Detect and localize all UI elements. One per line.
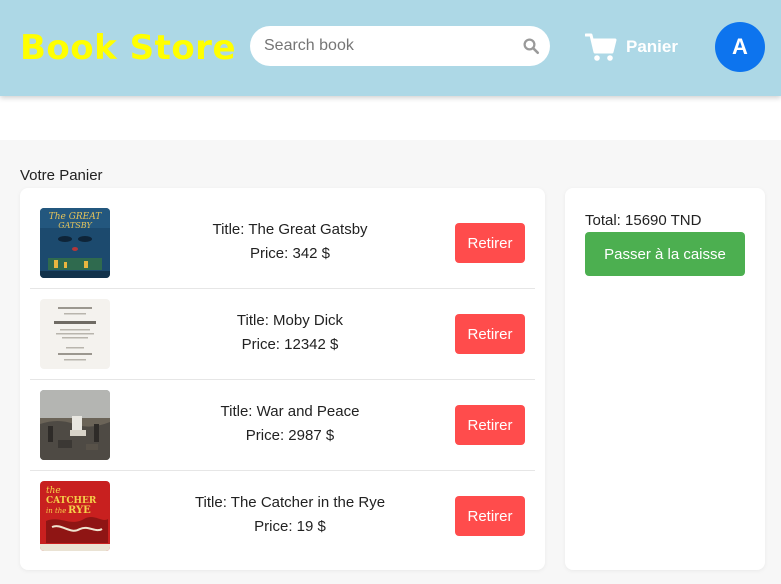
- item-price: Price: 12342 $: [241, 336, 339, 353]
- svg-text:the: the: [46, 486, 61, 496]
- user-avatar[interactable]: A: [715, 22, 765, 72]
- item-details: Title: The Great Gatsby Price: 342 $: [140, 218, 440, 266]
- great-gatsby-cover: The GREAT GATSBY: [40, 208, 110, 278]
- cart-items-panel: The GREAT GATSBY Title: The Great Gatsby…: [20, 188, 545, 570]
- item-details: Title: War and Peace Price: 2987 $: [140, 400, 440, 448]
- item-price: Price: 2987 $: [245, 427, 335, 444]
- item-title: Title: Moby Dick: [236, 312, 344, 329]
- cart-page: Votre Panier The GREAT GATSBY Title: The…: [0, 140, 781, 584]
- cart-item: Title: War and Peace Price: 2987 $ Retir…: [30, 380, 535, 471]
- search-bar: [250, 26, 550, 66]
- item-details: Title: Moby Dick Price: 12342 $: [140, 309, 440, 357]
- app-header: Book Store Panier A: [0, 0, 781, 96]
- item-price: Price: 342 $: [249, 245, 331, 262]
- item-title: Title: War and Peace: [220, 403, 360, 420]
- cart-item: the CATCHER in the RYE Title: The Catche…: [30, 471, 535, 562]
- remove-button[interactable]: Retirer: [455, 496, 525, 536]
- cart-item: Title: Moby Dick Price: 12342 $ Retirer: [30, 289, 535, 380]
- catcher-in-the-rye-cover: the CATCHER in the RYE: [40, 481, 110, 551]
- svg-text:RYE: RYE: [68, 505, 91, 516]
- item-title: Title: The Catcher in the Rye: [194, 494, 386, 511]
- item-price: Price: 19 $: [254, 518, 326, 535]
- shopping-cart-icon: [585, 33, 617, 61]
- app-logo[interactable]: Book Store: [20, 26, 236, 70]
- search-icon[interactable]: [522, 37, 540, 55]
- cart-item: The GREAT GATSBY Title: The Great Gatsby…: [30, 198, 535, 289]
- cart-link[interactable]: Panier: [585, 30, 678, 64]
- item-details: Title: The Catcher in the Rye Price: 19 …: [140, 491, 440, 539]
- remove-button[interactable]: Retirer: [455, 223, 525, 263]
- moby-dick-cover: [40, 299, 110, 369]
- remove-button[interactable]: Retirer: [455, 405, 525, 445]
- svg-text:in the: in the: [46, 507, 66, 515]
- war-and-peace-cover: [40, 390, 110, 460]
- remove-button[interactable]: Retirer: [455, 314, 525, 354]
- item-title: Title: The Great Gatsby: [212, 221, 368, 238]
- order-summary-panel: Total: 15690 TND Passer à la caisse: [565, 188, 765, 570]
- cart-label: Panier: [626, 37, 678, 56]
- cart-section-title: Votre Panier: [20, 167, 103, 184]
- cart-total: Total: 15690 TND: [585, 212, 702, 229]
- search-input[interactable]: [250, 26, 550, 66]
- checkout-button[interactable]: Passer à la caisse: [585, 232, 745, 276]
- svg-text:GATSBY: GATSBY: [58, 221, 92, 230]
